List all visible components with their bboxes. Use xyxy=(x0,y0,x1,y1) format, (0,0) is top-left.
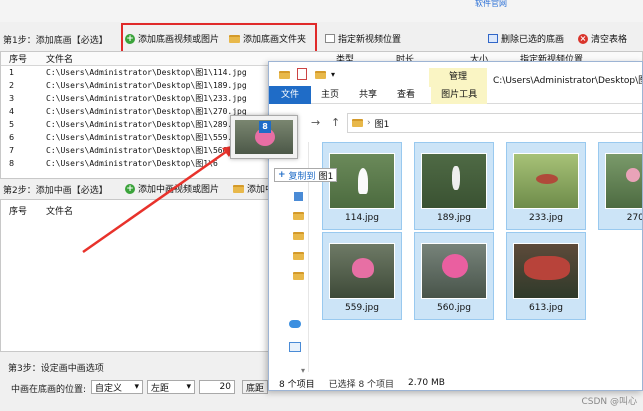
image-preview xyxy=(421,153,487,209)
breadcrumb-separator-icon: › xyxy=(367,118,371,128)
item-count: 8 个项目 xyxy=(279,379,315,390)
image-preview xyxy=(513,243,579,299)
tab-home[interactable]: 主页 xyxy=(311,86,349,104)
breadcrumb[interactable]: 图1 xyxy=(375,117,390,130)
file-thumbnail[interactable]: 559.jpg xyxy=(322,232,402,320)
flower-shape xyxy=(352,258,374,278)
new-folder-icon[interactable] xyxy=(315,71,326,79)
file-name: 270.j xyxy=(626,213,642,223)
file-thumbnail[interactable]: 233.jpg xyxy=(506,142,586,230)
file-thumbnail[interactable]: 270.j xyxy=(598,142,642,230)
image-preview xyxy=(421,243,487,299)
copy-tooltip: + 复制到 图1 xyxy=(274,168,338,182)
selected-count: 已选择 8 个项目 xyxy=(328,379,395,390)
manage-tab[interactable]: 管理 xyxy=(429,68,487,87)
tab-file[interactable]: 文件 xyxy=(269,85,312,104)
flower-shape xyxy=(626,168,640,182)
image-preview xyxy=(513,153,579,209)
image-preview xyxy=(329,243,395,299)
watermark: CSDN @叫心 xyxy=(581,397,637,407)
quick-access-dropdown-icon[interactable]: ▾ xyxy=(331,70,335,79)
tab-view[interactable]: 查看 xyxy=(387,86,425,104)
up-arrow-icon[interactable]: ↑ xyxy=(331,116,340,129)
computer-icon[interactable] xyxy=(289,342,301,352)
selected-size: 2.70 MB xyxy=(408,378,445,388)
status-bar: 8 个项目 已选择 8 个项目 2.70 MB xyxy=(269,374,642,390)
drag-count-badge: 8 xyxy=(259,121,271,133)
copy-target-text: 图1 xyxy=(318,171,334,182)
file-name: 114.jpg xyxy=(345,213,379,223)
flower-shape xyxy=(442,254,468,278)
bird-shape xyxy=(536,174,558,184)
file-name: 560.jpg xyxy=(437,303,471,313)
address-row: → ↑ › 图1 xyxy=(269,104,642,142)
file-name: 189.jpg xyxy=(437,213,471,223)
explorer-titlebar[interactable]: ▾ 管理 C:\Users\Administrator\Desktop\图 xyxy=(269,62,643,87)
desktop-icon[interactable] xyxy=(294,192,303,201)
file-name: 613.jpg xyxy=(529,303,563,313)
bird-shape xyxy=(452,166,460,190)
cloud-icon[interactable] xyxy=(289,320,301,328)
properties-icon[interactable] xyxy=(297,68,307,80)
file-thumbnail[interactable]: 114.jpg xyxy=(322,142,402,230)
folder-icon xyxy=(352,119,363,127)
tab-picture-tools[interactable]: 图片工具 xyxy=(431,85,488,104)
folder-icon[interactable] xyxy=(293,252,304,260)
folder-icon[interactable] xyxy=(293,272,304,280)
file-name: 559.jpg xyxy=(345,303,379,313)
address-bar[interactable]: › 图1 xyxy=(347,113,642,133)
ribbon-tabs: 文件 主页 共享 查看 图片工具 xyxy=(269,85,642,104)
file-name: 233.jpg xyxy=(529,213,563,223)
file-thumbnail[interactable]: 189.jpg xyxy=(414,142,494,230)
tab-share[interactable]: 共享 xyxy=(349,86,387,104)
copy-action-text: 复制到 xyxy=(288,171,316,182)
back-arrow-icon[interactable]: → xyxy=(311,116,320,129)
arrow-line xyxy=(82,147,231,254)
image-preview xyxy=(329,153,395,209)
folder-icon[interactable] xyxy=(293,232,304,240)
folder-icon[interactable] xyxy=(293,212,304,220)
image-preview xyxy=(605,153,642,209)
explorer-window[interactable]: ▾ 管理 C:\Users\Administrator\Desktop\图 文件… xyxy=(268,61,643,391)
window-path-title: C:\Users\Administrator\Desktop\图 xyxy=(493,76,643,86)
flower-shape xyxy=(524,256,570,280)
plus-icon: + xyxy=(278,170,286,180)
file-thumbnail[interactable]: 613.jpg xyxy=(506,232,586,320)
bird-shape xyxy=(358,168,368,194)
file-thumbnail[interactable]: 560.jpg xyxy=(414,232,494,320)
folder-icon xyxy=(279,71,290,79)
